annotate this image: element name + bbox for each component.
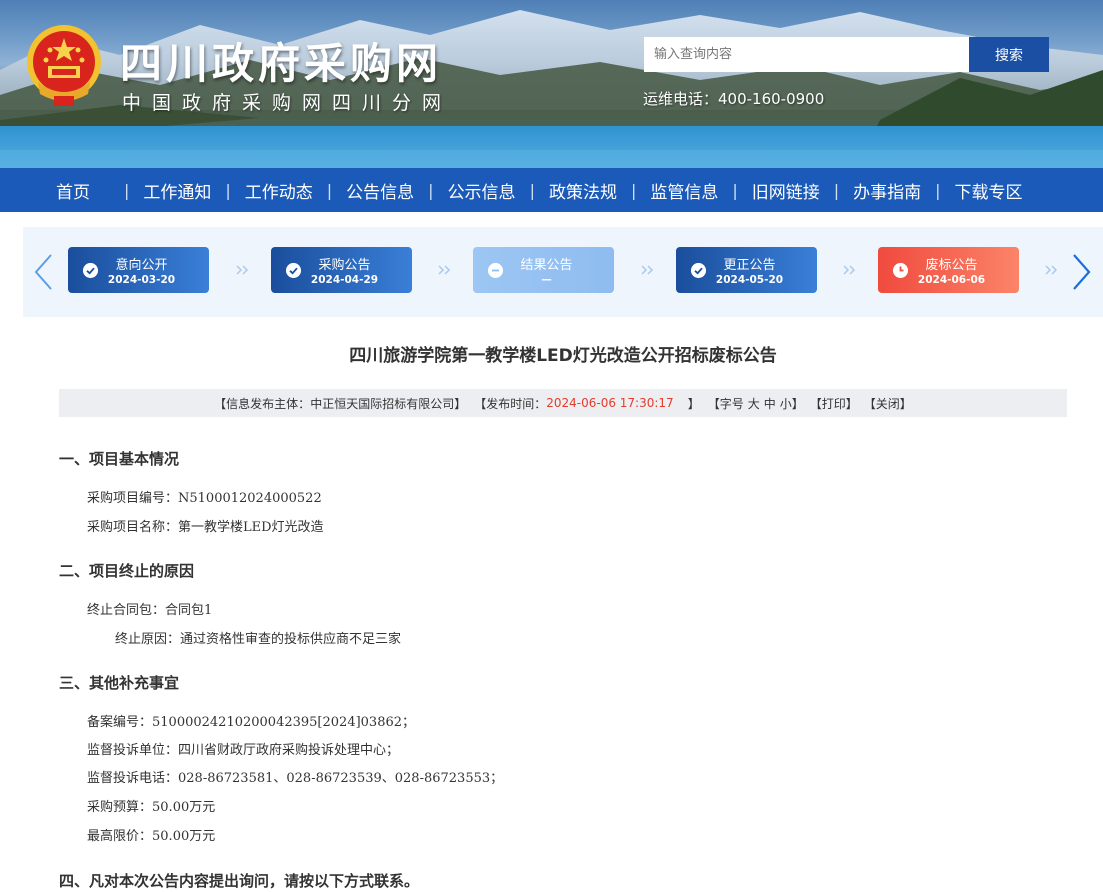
meta-time-prefix: 【发布时间： bbox=[474, 396, 547, 411]
project-name-line: 采购项目名称：第一教学楼LED灯光改造 bbox=[87, 516, 324, 535]
project-number-value: N5100012024000522 bbox=[178, 491, 322, 506]
nav-item-policies[interactable]: 政策法规 bbox=[549, 178, 617, 203]
chevron-left-icon[interactable] bbox=[31, 252, 57, 292]
nav-separator: | bbox=[225, 180, 231, 200]
nav-separator: | bbox=[428, 180, 434, 200]
article-meta-bar: 【信息发布主体： 中正恒天国际招标有限公司 】 【发布时间： 2024-06-0… bbox=[59, 389, 1067, 417]
nav-separator: | bbox=[833, 180, 840, 200]
step-date: 2024-03-20 bbox=[107, 274, 176, 286]
section-heading-termination-reason: 二、项目终止的原因 bbox=[59, 562, 195, 580]
site-title: 四川政府采购网 bbox=[120, 39, 443, 88]
nav-separator: | bbox=[732, 180, 738, 200]
nav-item-guide[interactable]: 办事指南 bbox=[853, 178, 921, 203]
search-button[interactable]: 搜索 bbox=[969, 37, 1049, 72]
meta-font-suffix: 】 bbox=[791, 396, 804, 411]
nav-separator: | bbox=[326, 180, 333, 200]
project-name-label: 采购项目名称： bbox=[87, 520, 179, 535]
font-size-large-link[interactable]: 大 bbox=[748, 395, 760, 412]
meta-publisher: 中正恒天国际招标有限公司 bbox=[310, 396, 455, 411]
meta-font-prefix: 【字号 bbox=[707, 396, 744, 411]
step-date: 2024-04-29 bbox=[310, 274, 379, 286]
budget-line: 采购预算：50.00万元 bbox=[87, 796, 215, 815]
meta-publish-time: 2024-06-06 17:30:17 bbox=[546, 396, 674, 410]
step-label: 意向公开 bbox=[115, 258, 168, 273]
progress-step-intent[interactable]: 意向公开 2024-03-20 bbox=[68, 247, 209, 293]
font-size-medium-link[interactable]: 中 bbox=[764, 395, 776, 412]
main-nav: 首页 | 工作通知 | 工作动态 | 公告信息 | 公示信息 | 政策法规 | … bbox=[0, 168, 1103, 212]
step-date: 2024-06-06 bbox=[917, 274, 986, 286]
progress-step-abandoned[interactable]: 废标公告 2024-06-06 bbox=[878, 247, 1019, 293]
meta-publisher-suffix: 】 bbox=[454, 396, 467, 411]
meta-time-suffix: 】 bbox=[687, 396, 700, 411]
national-emblem-icon bbox=[27, 25, 101, 106]
nav-item-supervision[interactable]: 监管信息 bbox=[650, 178, 718, 203]
project-number-label: 采购项目编号： bbox=[87, 491, 179, 506]
complaint-unit-line: 监督投诉单位：四川省财政厅政府采购投诉处理中心； bbox=[87, 739, 399, 758]
nav-item-home[interactable]: 首页 bbox=[56, 178, 90, 203]
progress-step-result[interactable]: 结果公告 — bbox=[473, 247, 614, 293]
nav-item-announcements[interactable]: 公告信息 bbox=[346, 178, 414, 203]
site-subtitle: 中国政府采购网四川分网 bbox=[122, 92, 453, 114]
complaint-phone-line: 监督投诉电话：028-86723581、028-86723539、028-867… bbox=[87, 767, 503, 786]
double-chevron-right-icon bbox=[236, 265, 249, 275]
record-number-label: 备案编号： bbox=[87, 715, 153, 730]
project-number-line: 采购项目编号：N5100012024000522 bbox=[87, 487, 322, 506]
nav-item-work-news[interactable]: 工作动态 bbox=[245, 178, 313, 203]
nav-item-publicity[interactable]: 公示信息 bbox=[448, 178, 516, 203]
terminated-package-value: 合同包1 bbox=[165, 603, 213, 618]
double-chevron-right-icon bbox=[641, 265, 654, 275]
max-price-label: 最高限价： bbox=[87, 829, 153, 844]
budget-label: 采购预算： bbox=[87, 800, 153, 815]
procurement-progress: 意向公开 2024-03-20 采购公告 2024-04-29 结果公告 — 更… bbox=[23, 227, 1103, 317]
terminated-package-line: 终止合同包：合同包1 bbox=[87, 599, 212, 618]
step-label: 更正公告 bbox=[723, 258, 776, 273]
nav-item-old-site[interactable]: 旧网链接 bbox=[752, 178, 820, 203]
close-link[interactable]: 【关闭】 bbox=[864, 395, 912, 412]
termination-reason-line: 终止原因：通过资格性审查的投标供应商不足三家 bbox=[115, 628, 401, 647]
nav-separator: | bbox=[124, 180, 130, 200]
progress-step-correction[interactable]: 更正公告 2024-05-20 bbox=[676, 247, 817, 293]
double-chevron-right-icon bbox=[438, 265, 451, 275]
meta-publisher-prefix: 【信息发布主体： bbox=[214, 396, 311, 411]
print-link[interactable]: 【打印】 bbox=[810, 395, 858, 412]
max-price-line: 最高限价：50.00万元 bbox=[87, 825, 215, 844]
project-name-value: 第一教学楼LED灯光改造 bbox=[178, 520, 324, 535]
nav-item-work-notice[interactable]: 工作通知 bbox=[143, 178, 211, 203]
record-number-value: 51000024210200042395[2024]03862； bbox=[152, 715, 416, 730]
section-heading-contact: 四、凡对本次公告内容提出询问，请按以下方式联系。 bbox=[59, 872, 420, 890]
step-date: 2024-05-20 bbox=[715, 274, 784, 286]
nav-separator: | bbox=[630, 180, 637, 200]
termination-reason-label: 终止原因： bbox=[115, 632, 181, 647]
article-title: 四川旅游学院第一教学楼LED灯光改造公开招标废标公告 bbox=[349, 346, 777, 366]
nav-item-downloads[interactable]: 下载专区 bbox=[955, 178, 1023, 203]
double-chevron-right-icon bbox=[1045, 265, 1058, 275]
font-size-small-link[interactable]: 小 bbox=[780, 395, 792, 412]
nav-separator: | bbox=[529, 180, 535, 200]
section-heading-other-matters: 三、其他补充事宜 bbox=[59, 674, 180, 692]
chevron-right-icon[interactable] bbox=[1068, 252, 1094, 292]
progress-step-procurement[interactable]: 采购公告 2024-04-29 bbox=[271, 247, 412, 293]
step-label: 采购公告 bbox=[318, 258, 371, 273]
terminated-package-label: 终止合同包： bbox=[87, 603, 166, 618]
complaint-phone-value: 028-86723581、028-86723539、028-86723553； bbox=[178, 771, 504, 786]
max-price-value: 50.00万元 bbox=[152, 829, 216, 844]
step-label: 废标公告 bbox=[925, 258, 978, 273]
termination-reason-value: 通过资格性审查的投标供应商不足三家 bbox=[180, 632, 402, 647]
complaint-unit-label: 监督投诉单位： bbox=[87, 743, 179, 758]
step-label: 结果公告 bbox=[520, 258, 573, 273]
section-heading-basic-info: 一、项目基本情况 bbox=[59, 450, 180, 468]
double-chevron-right-icon bbox=[843, 265, 856, 275]
complaint-phone-label: 监督投诉电话： bbox=[87, 771, 179, 786]
complaint-unit-value: 四川省财政厅政府采购投诉处理中心； bbox=[178, 743, 400, 758]
header-banner: 四川政府采购网 中国政府采购网四川分网 搜索 运维电话：400-160-0900 bbox=[0, 0, 1103, 168]
hotline-text: 运维电话：400-160-0900 bbox=[643, 90, 825, 108]
nav-separator: | bbox=[935, 180, 941, 200]
step-date: — bbox=[541, 274, 552, 286]
record-number-line: 备案编号：51000024210200042395[2024]03862； bbox=[87, 711, 415, 730]
budget-value: 50.00万元 bbox=[152, 800, 216, 815]
search-input[interactable] bbox=[644, 37, 969, 72]
